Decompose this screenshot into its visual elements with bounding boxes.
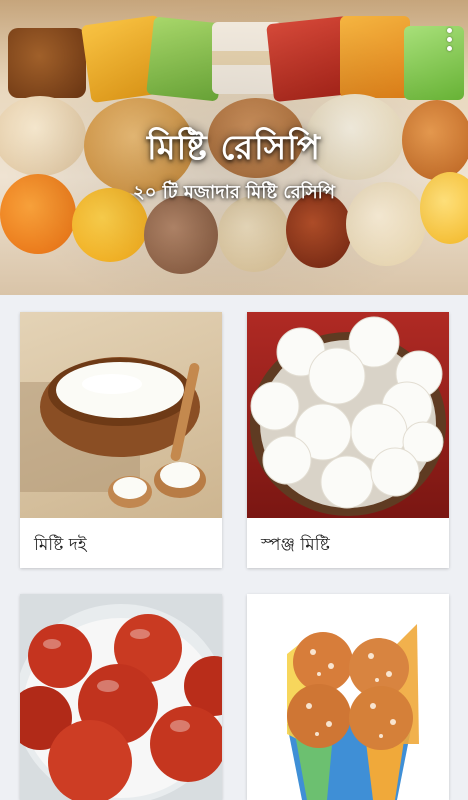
recipe-title: মিষ্টি দই (20, 518, 222, 568)
hero-title: মিষ্টি রেসিপি (146, 128, 322, 168)
recipe-image-sponge-mishti (247, 312, 449, 518)
recipe-image-mishti-doi (20, 312, 222, 518)
hero-subtitle: ২০ টি মজাদার মিষ্টি রেসিপি (132, 182, 336, 203)
gulab-jamun-bowl-illustration (20, 604, 222, 800)
yogurt-bowl-illustration (20, 357, 206, 508)
hero-banner: মিষ্টি রেসিপি ২০ টি মজাদার মিষ্টি রেসিপি (0, 0, 468, 295)
recipe-card-mishti-doi[interactable]: মিষ্টি দই (20, 312, 222, 568)
recipe-title: স্পঞ্জ মিষ্টি (247, 518, 449, 568)
recipe-image-gulab-jamun (20, 594, 222, 800)
recipe-card-gulab-jamun[interactable] (20, 594, 222, 800)
recipe-card-sponge-mishti[interactable]: স্পঞ্জ মিষ্টি (247, 312, 449, 568)
rasgulla-bowl-illustration (250, 316, 446, 516)
recipe-image-sugar-sweets (247, 594, 449, 800)
sugar-sweets-glass-illustration (287, 624, 419, 800)
overflow-menu-icon[interactable] (442, 28, 456, 52)
recipe-card-sugar-sweets[interactable] (247, 594, 449, 800)
